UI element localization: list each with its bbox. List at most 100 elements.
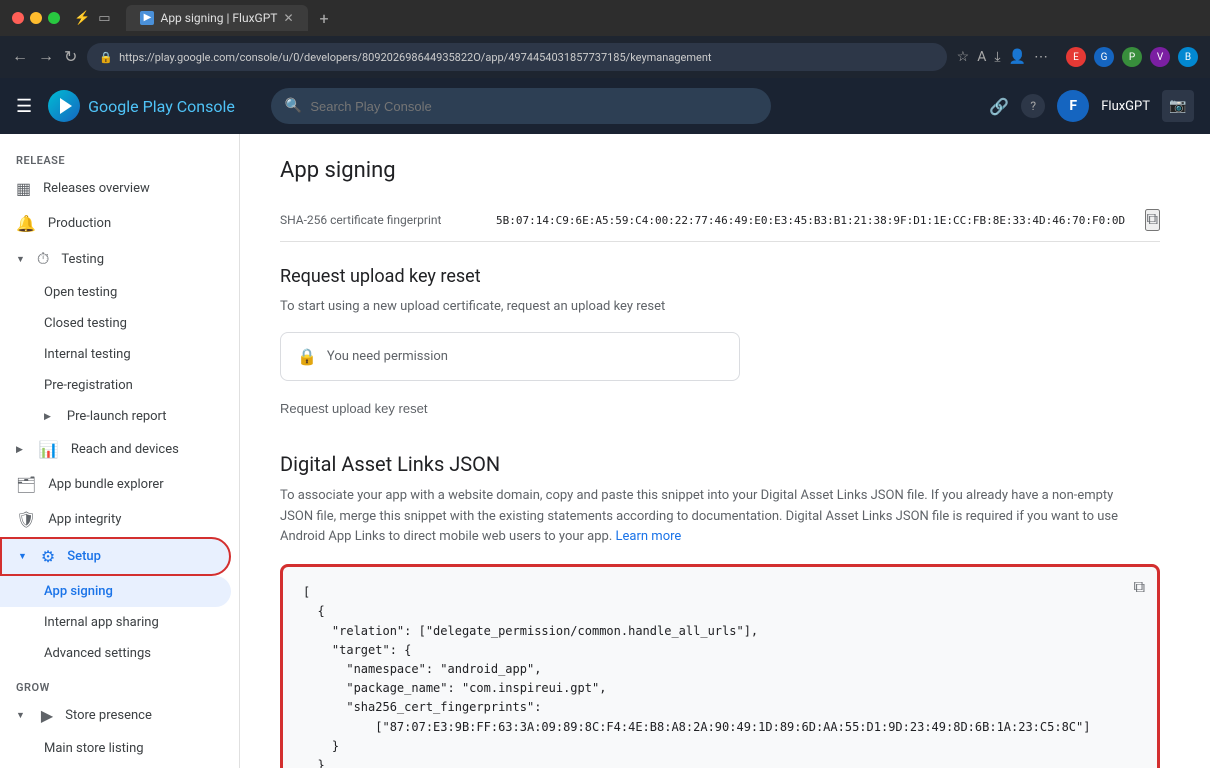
sidebar-label-reach: Reach and devices (71, 442, 179, 457)
sidebar-item-production[interactable]: 🔔 Production (0, 206, 231, 241)
reach-icon: 📊 (39, 440, 59, 459)
sidebar-label-pre-registration: Pre-registration (44, 378, 133, 393)
upload-reset-heading: Request upload key reset (280, 266, 1160, 287)
sidebar-item-internal-testing[interactable]: Internal testing (0, 339, 231, 370)
sidebar-label-production: Production (48, 216, 111, 231)
search-input[interactable] (310, 99, 757, 114)
integrity-icon: 🛡 (16, 510, 36, 529)
setup-icon: ⚙ (41, 547, 55, 566)
ext-icon-4[interactable]: V (1150, 47, 1170, 67)
sidebar-label-testing: Testing (61, 252, 104, 267)
sidebar-label-integrity: App integrity (48, 512, 121, 527)
sidebar-label-pre-launch: Pre-launch report (67, 409, 167, 424)
dal-desc: To associate your app with a website dom… (280, 486, 1140, 548)
browser-icon-tab: ▭ (98, 11, 110, 26)
url-text: https://play.google.com/console/u/0/deve… (119, 51, 711, 64)
address-bar-actions: ☆ A ⤓ 👤 ⋯ (957, 49, 1048, 65)
sidebar-item-app-bundle[interactable]: 🗂 App bundle explorer (0, 467, 231, 502)
browser-tab[interactable]: ▶ App signing | FluxGPT ✕ (126, 5, 307, 31)
browser-chrome: ⚡ ▭ ▶ App signing | FluxGPT ✕ + (0, 0, 1210, 36)
sha-copy-button[interactable]: ⧉ (1145, 209, 1160, 231)
app-header: ☰ Google Play Console 🔍 🔗 (0, 78, 1210, 134)
request-upload-key-reset-link[interactable]: Request upload key reset (280, 393, 427, 424)
content-inner: App signing SHA-256 certificate fingerpr… (240, 134, 1200, 768)
translate-icon[interactable]: A (977, 49, 986, 65)
sidebar-label-main-listing: Main store listing (44, 741, 144, 756)
profile-icon[interactable]: 👤 (1009, 49, 1026, 65)
link-icon[interactable]: 🔗 (989, 97, 1009, 116)
code-block: ⧉ [ { "relation": ["delegate_permission/… (280, 564, 1160, 768)
sha-row: SHA-256 certificate fingerprint 5B:07:14… (280, 199, 1160, 242)
sha-value: 5B:07:14:C9:6E:A5:59:C4:00:22:77:46:49:E… (496, 214, 1129, 227)
dal-heading: Digital Asset Links JSON (280, 452, 1160, 476)
sidebar-item-custom-listings[interactable]: Custom store listings (0, 764, 231, 768)
refresh-button[interactable]: ↻ (64, 47, 77, 67)
search-bar[interactable]: 🔍 (271, 88, 771, 124)
avatar-initial: F (1069, 98, 1077, 114)
sidebar-item-main-listing[interactable]: Main store listing (0, 733, 231, 764)
ext-icon-3[interactable]: P (1122, 47, 1142, 67)
close-dot[interactable] (12, 12, 24, 24)
browser-dots (12, 12, 60, 24)
forward-button[interactable]: → (38, 48, 54, 66)
sidebar-item-app-integrity[interactable]: 🛡 App integrity (0, 502, 231, 537)
sidebar-item-closed-testing[interactable]: Closed testing (0, 308, 231, 339)
ext-icon-1[interactable]: E (1066, 47, 1086, 67)
pre-launch-expand-arrow: ▶ (44, 412, 51, 422)
hamburger-menu[interactable]: ☰ (16, 96, 32, 117)
upload-reset-desc: To start using a new upload certificate,… (280, 297, 1140, 318)
browser-icon-back: ⚡ (74, 11, 90, 26)
back-button[interactable]: ← (12, 48, 28, 66)
sidebar-item-internal-sharing[interactable]: Internal app sharing (0, 607, 231, 638)
tab-close-button[interactable]: ✕ (283, 11, 293, 25)
help-icon[interactable]: ? (1021, 94, 1045, 118)
ext-icon-2[interactable]: G (1094, 47, 1114, 67)
code-content: [ { "relation": ["delegate_permission/co… (303, 583, 1137, 768)
release-section-title: Release (0, 142, 239, 171)
learn-more-link[interactable]: Learn more (616, 529, 682, 544)
sidebar-label-bundle: App bundle explorer (48, 477, 163, 492)
sidebar-item-setup[interactable]: ▼ ⚙ Setup (0, 537, 231, 576)
sidebar-label-internal-sharing: Internal app sharing (44, 615, 159, 630)
more-icon[interactable]: ⋯ (1034, 49, 1048, 65)
sidebar-item-open-testing[interactable]: Open testing (0, 277, 231, 308)
permission-text: You need permission (327, 349, 448, 364)
sidebar-item-pre-registration[interactable]: Pre-registration (0, 370, 231, 401)
lock-icon: 🔒 (99, 51, 113, 64)
sidebar-item-app-signing[interactable]: App signing (0, 576, 231, 607)
avatar[interactable]: F (1057, 90, 1089, 122)
minimize-dot[interactable] (30, 12, 42, 24)
bookmark-icon[interactable]: ☆ (957, 49, 970, 65)
reach-expand-arrow: ▶ (16, 445, 23, 455)
sidebar-label-closed-testing: Closed testing (44, 316, 127, 331)
sidebar-label-setup: Setup (67, 549, 101, 564)
testing-icon: ⏱ (37, 249, 49, 269)
camera-icon[interactable]: 📷 (1162, 90, 1194, 122)
download-icon[interactable]: ⤓ (994, 49, 1000, 65)
sidebar-item-advanced-settings[interactable]: Advanced settings (0, 638, 231, 669)
sha-label: SHA-256 certificate fingerprint (280, 213, 480, 227)
header-right: 🔗 ? F FluxGPT 📷 (989, 90, 1194, 122)
ext-icon-5[interactable]: B (1178, 47, 1198, 67)
logo-text-colored: Console (177, 97, 235, 116)
testing-expand-arrow: ▼ (16, 254, 25, 265)
search-icon: 🔍 (285, 98, 302, 114)
tab-favicon: ▶ (140, 11, 154, 25)
sidebar-item-testing[interactable]: ▼ ⏱ Testing (0, 241, 231, 277)
sidebar-item-store-presence[interactable]: ▼ ▶ Store presence (0, 698, 231, 733)
releases-overview-icon: ▦ (16, 179, 31, 198)
sidebar-label-releases-overview: Releases overview (43, 181, 150, 196)
sidebar-item-releases-overview[interactable]: ▦ Releases overview (0, 171, 231, 206)
content-area: App signing SHA-256 certificate fingerpr… (240, 134, 1210, 768)
permission-box: 🔒 You need permission (280, 332, 740, 381)
sidebar-item-reach-devices[interactable]: ▶ 📊 Reach and devices (0, 432, 231, 467)
page-title: App signing (280, 158, 1160, 183)
code-copy-button[interactable]: ⧉ (1134, 579, 1145, 597)
play-store-logo (48, 90, 80, 122)
url-bar[interactable]: 🔒 https://play.google.com/console/u/0/de… (87, 43, 946, 71)
maximize-dot[interactable] (48, 12, 60, 24)
sidebar-item-pre-launch[interactable]: ▶ Pre-launch report (0, 401, 231, 432)
user-name: FluxGPT (1101, 99, 1150, 114)
new-tab-button[interactable]: + (320, 9, 329, 28)
tab-title: App signing | FluxGPT (160, 11, 277, 25)
